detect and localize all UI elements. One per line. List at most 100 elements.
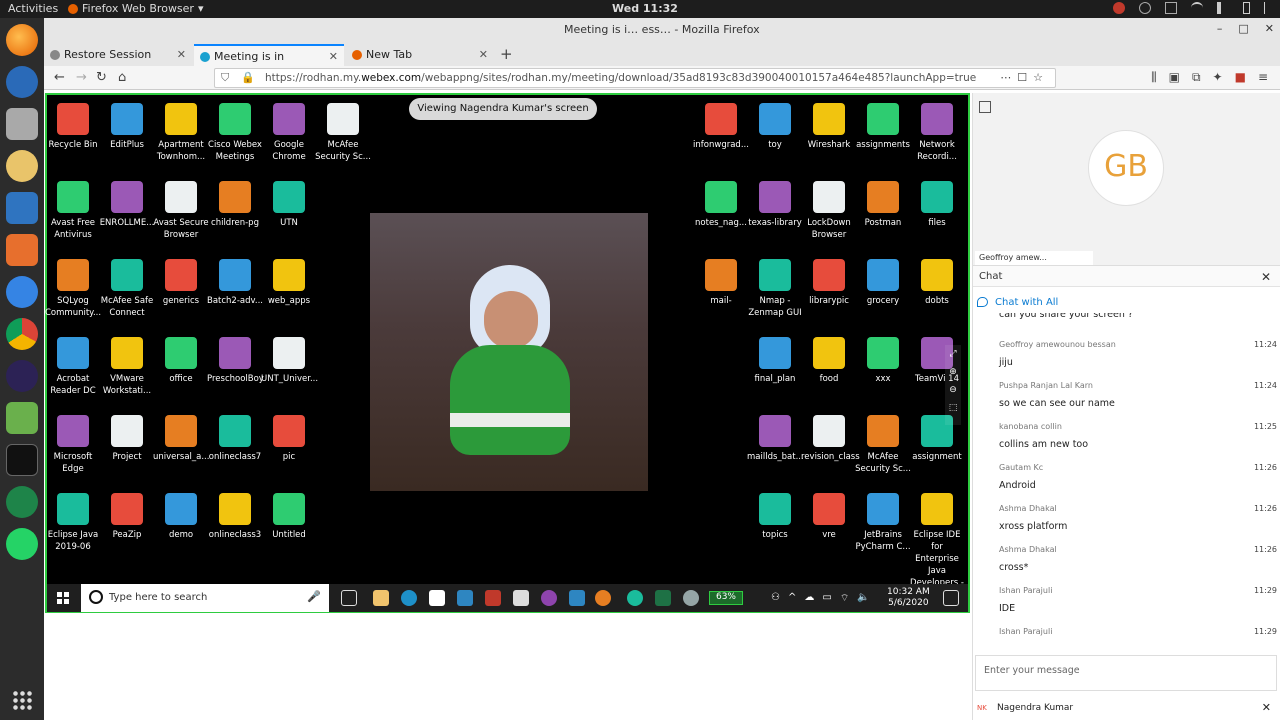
page-actions[interactable]: ⋯☐☆ <box>1000 71 1049 84</box>
desktop-icon[interactable]: SQLyog Community... <box>45 259 101 319</box>
lockdown-icon[interactable] <box>457 590 473 606</box>
screenshot-icon[interactable]: ⧉ <box>1192 70 1201 85</box>
desktop-icon[interactable]: Untitled <box>261 493 317 541</box>
notes-icon[interactable] <box>513 590 529 606</box>
text-editor-icon[interactable] <box>6 402 38 434</box>
desktop-icon[interactable]: ENROLLME... <box>99 181 155 229</box>
desktop-icon[interactable]: universal_a... <box>153 415 209 463</box>
url-bar[interactable]: ⛉ 🔒 https://rodhan.my.webex.com/webappng… <box>214 68 1056 88</box>
tab-restore-session[interactable]: Restore Session ✕ <box>44 44 192 66</box>
forward-button[interactable]: → <box>76 70 87 85</box>
microphone-icon[interactable]: 🎤 <box>307 590 321 603</box>
chat-message-list[interactable]: can you share your screen ? Geoffroy amew… <box>973 313 1280 641</box>
desktop-icon[interactable]: generics <box>153 259 209 307</box>
new-tab-button[interactable]: + <box>500 45 513 63</box>
taskbar-clock[interactable]: 10:32 AM 5/6/2020 <box>887 587 930 609</box>
desktop-icon[interactable]: VMware Workstati... <box>99 337 155 397</box>
chat-scope-selector[interactable]: Chat with All <box>973 293 1280 313</box>
desktop-icon[interactable]: pic <box>261 415 317 463</box>
desktop-icon[interactable]: texas-library <box>747 181 803 229</box>
shared-screen[interactable]: Viewing Nagendra Kumar's screen Recycle … <box>45 93 970 613</box>
software-center-icon[interactable] <box>6 234 38 266</box>
desktop-icon[interactable]: notes_nag... <box>693 181 749 229</box>
desktop-icon[interactable]: onlineclass7 <box>207 415 263 463</box>
window-titlebar[interactable]: Meeting is i… ess… - Mozilla Firefox – □… <box>44 18 1280 42</box>
reload-button[interactable]: ↻ <box>96 70 107 85</box>
desktop-icon[interactable]: Postman <box>855 181 911 229</box>
fullscreen-icon[interactable]: ⤢ <box>945 345 961 363</box>
rhythmbox-icon[interactable] <box>6 150 38 182</box>
terminal-icon[interactable] <box>6 444 38 476</box>
desktop-icon[interactable]: grocery <box>855 259 911 307</box>
avast-browser-icon[interactable] <box>541 590 557 606</box>
desktop-icon[interactable]: toy <box>747 103 803 151</box>
desktop-icon[interactable]: UNT_Univer... <box>261 337 318 385</box>
close-chat-button[interactable]: ✕ <box>1261 270 1271 284</box>
back-button[interactable]: ← <box>54 70 65 85</box>
webex-taskbar-icon[interactable] <box>627 590 643 606</box>
desktop-icon[interactable]: office <box>153 337 209 385</box>
system-clock[interactable]: Wed 11:32 <box>612 2 678 15</box>
show-applications-icon[interactable] <box>12 690 32 710</box>
lock-icon[interactable]: 🔒 <box>241 71 255 84</box>
minimize-button[interactable]: – <box>1217 22 1223 35</box>
sidebar-icon[interactable]: ▣ <box>1169 70 1180 85</box>
edge-icon[interactable] <box>401 590 417 606</box>
desktop-icon[interactable]: EditPlus <box>99 103 155 151</box>
close-tab-icon[interactable]: ✕ <box>479 48 488 61</box>
desktop-icon[interactable]: Acrobat Reader DC <box>45 337 101 397</box>
desktop-icon[interactable]: Avast Free Antivirus <box>45 181 101 241</box>
file-manager-icon[interactable] <box>6 108 38 140</box>
desktop-icon[interactable]: Network Recordi... <box>909 103 965 163</box>
desktop-icon[interactable]: Batch2-adv... <box>207 259 263 307</box>
settings-icon[interactable] <box>683 590 699 606</box>
desktop-icon[interactable]: JetBrains PyCharm C... <box>855 493 911 553</box>
task-view-icon[interactable] <box>341 590 357 606</box>
eclipse-icon[interactable] <box>6 360 38 392</box>
notifications-icon[interactable] <box>943 590 959 606</box>
desktop-icon[interactable]: vre <box>801 493 857 541</box>
taskbar-tray[interactable]: ⚇ ^ ☁ ▭ ⌔ 🔈 <box>771 592 870 605</box>
desktop-icon[interactable]: mail- <box>693 259 749 307</box>
desktop-icon[interactable]: topics <box>747 493 803 541</box>
windows-start-icon[interactable] <box>57 592 69 604</box>
desktop-icon[interactable]: McAfee Security Sc... <box>315 103 371 163</box>
desktop-icon[interactable]: files <box>909 181 965 229</box>
desktop-icon[interactable]: LockDown Browser <box>801 181 857 241</box>
desktop-icon[interactable]: PreschoolBoy <box>207 337 264 385</box>
tab-new-tab[interactable]: New Tab ✕ <box>346 44 494 66</box>
activities-button[interactable]: Activities <box>8 2 58 15</box>
desktop-icon[interactable]: Microsoft Edge <box>45 415 101 475</box>
extension-icon[interactable]: ✦ <box>1213 70 1223 85</box>
desktop-icon[interactable]: xxx <box>855 337 911 385</box>
writer-icon[interactable] <box>6 192 38 224</box>
zoom-out-icon[interactable]: ⊖ <box>945 381 961 399</box>
desktop-icon[interactable]: UTN <box>261 181 317 229</box>
desktop-icon[interactable]: PeaZip <box>99 493 155 541</box>
close-footer-button[interactable]: ✕ <box>1262 701 1271 714</box>
tracking-shield-icon[interactable]: ⛉ <box>221 71 229 85</box>
close-tab-icon[interactable]: ✕ <box>329 50 338 63</box>
fit-icon[interactable]: ⬚ <box>945 399 961 417</box>
desktop-icon[interactable]: Eclipse Java 2019-06 <box>45 493 101 553</box>
desktop-icon[interactable]: Cisco Webex Meetings <box>207 103 263 163</box>
desktop-icon[interactable]: web_apps <box>261 259 317 307</box>
desktop-icon[interactable]: Wireshark <box>801 103 857 151</box>
help-icon[interactable] <box>6 276 38 308</box>
desktop-icon[interactable]: food <box>801 337 857 385</box>
desktop-icon[interactable]: librarypic <box>801 259 857 307</box>
desktop-icon[interactable]: dobts <box>909 259 965 307</box>
desktop-icon[interactable]: revision_class <box>801 415 860 463</box>
close-window-button[interactable]: ✕ <box>1265 22 1274 35</box>
firefox-icon[interactable] <box>6 24 38 56</box>
app-menu[interactable]: Firefox Web Browser ▾ <box>68 2 204 15</box>
chat-message-input[interactable]: Enter your message <box>975 655 1277 691</box>
pdf-extension-icon[interactable]: ■ <box>1235 70 1246 85</box>
globe-icon[interactable] <box>6 486 38 518</box>
desktop-icon[interactable]: children-pg <box>207 181 263 229</box>
desktop-icon[interactable]: maillds_bat... <box>747 415 804 463</box>
desktop-icon[interactable]: Avast Secure Browser <box>153 181 209 241</box>
desktop-icon[interactable]: Google Chrome <box>261 103 317 163</box>
file-explorer-icon[interactable] <box>373 590 389 606</box>
chrome-icon[interactable] <box>6 318 38 350</box>
